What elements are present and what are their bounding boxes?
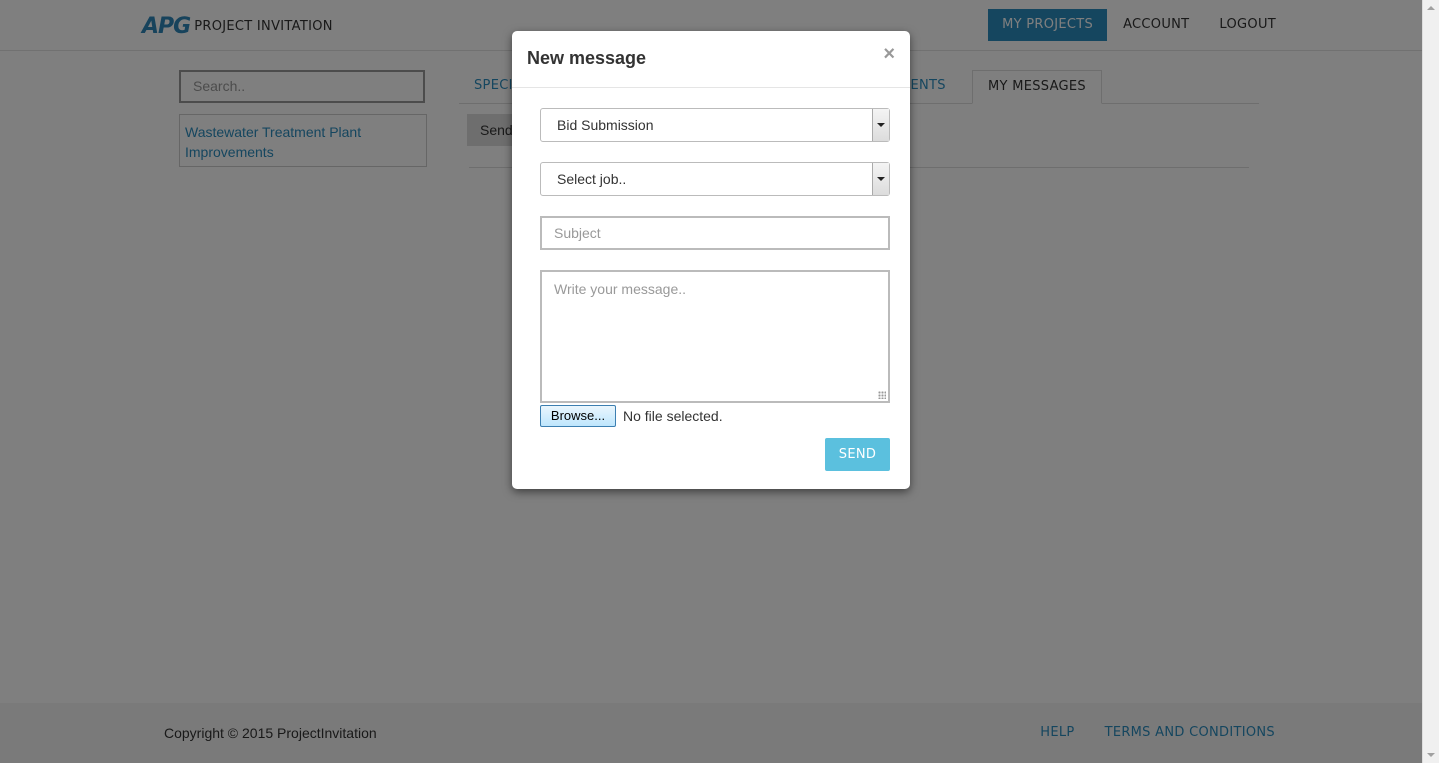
- file-upload: Browse... No file selected.: [540, 404, 723, 428]
- message-type-select[interactable]: Bid Submission: [540, 108, 890, 142]
- scroll-up-arrow-icon[interactable]: [1427, 6, 1435, 10]
- chevron-down-icon[interactable]: [872, 109, 889, 141]
- message-textarea[interactable]: Write your message..: [540, 270, 890, 403]
- browse-button[interactable]: Browse...: [540, 405, 616, 427]
- file-status: No file selected.: [623, 408, 723, 424]
- subject-input[interactable]: Subject: [540, 216, 890, 250]
- vertical-scrollbar[interactable]: [1422, 0, 1439, 763]
- close-icon[interactable]: ×: [883, 43, 895, 66]
- page: APG PROJECT INVITATION MY PROJECTS ACCOU…: [0, 0, 1422, 763]
- scroll-down-arrow-icon[interactable]: [1427, 753, 1435, 757]
- chevron-down-icon[interactable]: [872, 163, 889, 195]
- send-button[interactable]: SEND: [825, 438, 890, 471]
- modal-header: New message ×: [512, 31, 910, 88]
- job-select[interactable]: Select job..: [540, 162, 890, 196]
- job-select-value: Select job..: [557, 171, 627, 187]
- modal-title: New message: [527, 48, 647, 68]
- resize-handle-icon[interactable]: [878, 391, 886, 399]
- new-message-modal: New message × Bid Submission Select job.…: [512, 31, 910, 489]
- message-placeholder: Write your message..: [554, 281, 687, 297]
- message-type-value: Bid Submission: [557, 117, 654, 133]
